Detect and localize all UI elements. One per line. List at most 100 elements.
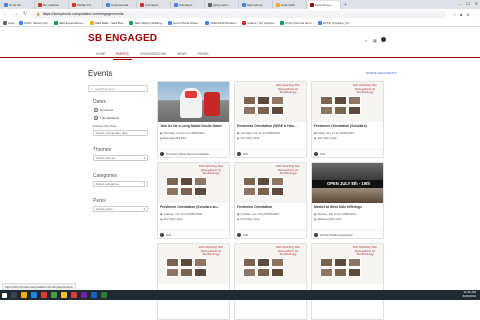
themes-select[interactable]: Select themes ▾	[93, 155, 148, 161]
excel-icon[interactable]	[101, 292, 107, 298]
app-icon[interactable]	[81, 292, 87, 298]
cover-text: Introducing the Innovation in Technology	[276, 245, 300, 257]
event-date: Friday, July 12 at 4:00PM EDT	[317, 131, 354, 135]
nav-home[interactable]: HOME	[96, 52, 106, 56]
photo-tile	[166, 187, 179, 196]
divider	[235, 149, 306, 150]
site-logo[interactable]: SB ENGAGED	[88, 33, 157, 44]
event-card[interactable]: Introducing the Innovation in Technology	[234, 243, 307, 320]
bookmark-label: Array Formula Dem...	[285, 20, 314, 25]
radio-this-weekend[interactable]: This Weekend	[94, 116, 119, 120]
file-explorer-icon[interactable]	[21, 292, 27, 298]
photo-tile	[166, 268, 179, 277]
cover-text: Introducing the Innovation in Technology	[199, 164, 223, 176]
nav-forms[interactable]: FORMS	[197, 52, 209, 56]
forward-icon[interactable]: →	[13, 11, 18, 17]
maximize-button[interactable]: ☐	[466, 1, 470, 6]
download-events-link[interactable]: DOWNLOAD EVENTS	[366, 71, 397, 75]
browser-tab[interactable]: giphy.webm	[206, 1, 239, 9]
bookmark-favicon-icon	[3, 20, 7, 25]
bookmark-item[interactable]: HTTB_Program_Th...	[317, 20, 352, 25]
event-card[interactable]: Join Us for a Long Island Ducks Game ▣ Thu…	[157, 81, 230, 158]
windows-start-icon[interactable]	[2, 292, 7, 298]
event-card[interactable]: Introducing the Innovation in Technology…	[311, 81, 384, 158]
profile-icon[interactable]: ●	[467, 12, 469, 17]
star-icon[interactable]: ☆	[453, 12, 457, 17]
edge-icon[interactable]	[31, 292, 37, 298]
bookmark-item[interactable]: SCHY Secret Sys...	[18, 20, 50, 25]
photo-tile	[243, 106, 256, 115]
photo-tile	[271, 96, 284, 105]
minimize-button[interactable]: –	[459, 1, 461, 6]
market-banner: OPEN JULY 8th - 19th	[312, 180, 383, 188]
photo-tile	[271, 177, 284, 186]
browser-tab[interactable]: Unpresented...	[104, 1, 137, 9]
photo-tile	[166, 258, 179, 267]
browser-tab[interactable]: Anant Edit	[274, 1, 307, 9]
bookmark-favicon-icon	[89, 20, 94, 25]
search-input[interactable]: ⌕ Search Events	[88, 85, 148, 92]
photo-tile	[348, 258, 361, 267]
bookmark-favicon-icon	[280, 20, 285, 25]
photo-tile	[180, 258, 193, 267]
extension-icon[interactable]: ■	[460, 12, 462, 17]
photo-tile	[257, 96, 270, 105]
event-card[interactable]: OPEN JULY 8th - 19th Market at West Side …	[311, 162, 384, 239]
apps-grid-icon[interactable]: ▦	[373, 38, 377, 43]
menu-icon[interactable]: ⋮	[473, 12, 477, 17]
event-image: Introducing the Innovation in Technology	[235, 163, 306, 203]
browser-tab[interactable]: Mobile Ch...	[70, 1, 103, 9]
event-card[interactable]: Introducing the Innovation in Technology…	[157, 162, 230, 239]
bookmark-item[interactable]: 2018-2019 Student...	[205, 20, 238, 25]
event-card[interactable]: Introducing the Innovation in Technology…	[234, 162, 307, 239]
bookmark-item[interactable]: Videos | CU Campu...	[242, 20, 277, 25]
event-card[interactable]: Introducing the Innovation in Technology	[157, 243, 230, 320]
reload-icon[interactable]: ↻	[23, 11, 27, 17]
tab-label: Mobile Ch...	[77, 3, 94, 7]
user-avatar[interactable]	[381, 37, 386, 42]
bookmark-item[interactable]: SEA Tabling Staffing...	[129, 20, 164, 25]
clock[interactable]: 11:00 AM 6/26/2019	[463, 290, 476, 299]
radio-tomorrow[interactable]: Tomorrow	[94, 108, 113, 112]
nav-events[interactable]: EVENTS	[113, 52, 132, 60]
browser-tab[interactable]: To do list	[2, 1, 35, 9]
photo-tile	[243, 258, 256, 267]
nav-news[interactable]: NEWS	[177, 52, 187, 56]
bookmark-item[interactable]: Apps	[3, 20, 15, 25]
url-field[interactable]: 🔒 https://stonybrook.campuslabs.com/enga…	[32, 10, 447, 18]
event-date-line: ▣ Friday, July 12 at 4:00PM EDT	[314, 131, 354, 136]
bookmark-favicon-icon	[53, 20, 58, 25]
app-icon[interactable]	[71, 292, 77, 298]
ending-after-date-input[interactable]: Select ending after date	[93, 130, 148, 136]
browser-tab[interactable]: Animated...	[138, 1, 171, 9]
photo-tile	[257, 187, 270, 196]
browser-tab[interactable]: Upcoming e...	[308, 1, 341, 9]
categories-select[interactable]: Select categories ▾	[93, 181, 148, 187]
close-window-button[interactable]: ✕	[475, 1, 478, 6]
event-date-line: ▣ Thursday, July 11 at 8:00PM EDT	[237, 131, 280, 136]
org-name: Golf	[243, 233, 248, 237]
event-card[interactable]: Introducing the Innovation in Technology…	[234, 81, 307, 158]
word-icon[interactable]	[91, 292, 97, 298]
bookmark-item[interactable]: SEA Expenditure I...	[53, 20, 86, 25]
browser-tab[interactable]: Animated...	[172, 1, 205, 9]
bookmark-label: Videos | CU Campu...	[247, 20, 277, 25]
nav-organizations[interactable]: ORGANIZATIONS	[140, 52, 166, 56]
browser-tab[interactable]: high school...	[240, 1, 273, 9]
taskview-icon[interactable]	[11, 292, 17, 298]
tab-label: Re: webinar	[43, 3, 60, 7]
new-tab-icon[interactable]: +	[344, 2, 347, 8]
spotify-icon[interactable]	[51, 292, 57, 298]
location-pin-icon: ◉	[314, 137, 317, 140]
search-icon[interactable]: ⌕	[365, 38, 369, 43]
perks-select[interactable]: Select perks ▾	[93, 206, 148, 212]
event-card[interactable]: Introducing the Innovation in Technology	[311, 243, 384, 320]
bookmark-item[interactable]: Good Cheat Sheet ...	[168, 20, 201, 25]
app-icon[interactable]	[41, 292, 47, 298]
photo-tile	[257, 106, 270, 115]
chrome-icon[interactable]	[61, 292, 67, 298]
bookmark-item[interactable]: Array Formula Dem...	[280, 20, 314, 25]
back-icon[interactable]: ←	[3, 11, 8, 17]
bookmark-item[interactable]: Staff Edits - SEA Bus...	[89, 20, 125, 25]
browser-tab[interactable]: Re: webinar	[36, 1, 69, 9]
